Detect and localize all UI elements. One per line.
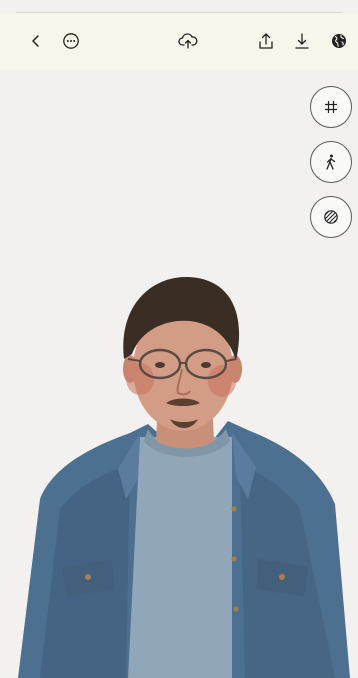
scanned-person-model <box>18 277 350 678</box>
download-button[interactable] <box>290 29 314 53</box>
top-toolbar <box>0 13 358 69</box>
app-window <box>0 0 358 678</box>
share-button[interactable] <box>254 29 278 53</box>
3d-viewport[interactable] <box>0 69 358 678</box>
back-icon <box>32 35 39 47</box>
cloud-upload-button[interactable] <box>176 29 200 53</box>
more-button[interactable] <box>59 29 83 53</box>
download-icon <box>295 33 309 49</box>
back-button[interactable] <box>24 29 48 53</box>
globe-button[interactable] <box>327 29 351 53</box>
share-icon <box>259 33 273 49</box>
globe-icon <box>332 34 346 48</box>
cloud-upload-icon <box>178 33 198 49</box>
more-icon <box>63 33 79 49</box>
